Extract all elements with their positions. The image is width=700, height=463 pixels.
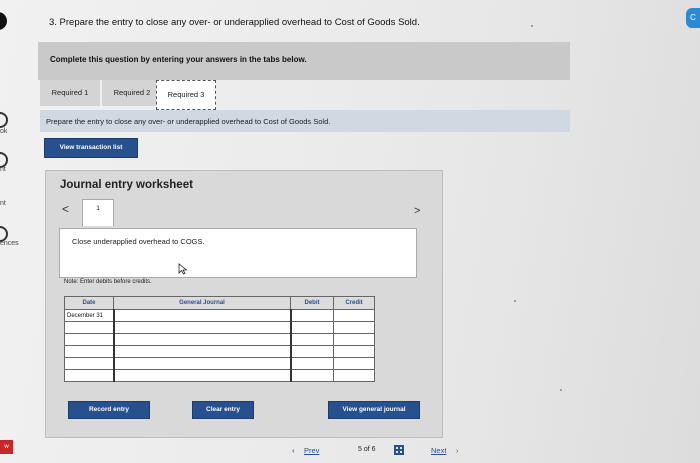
table-row xyxy=(64,357,375,370)
debits-note: Note: Enter debits before credits. xyxy=(64,279,152,285)
page-count: 5 of 6 xyxy=(358,446,376,453)
record-entry-button[interactable]: Record entry xyxy=(68,401,150,419)
credit-input[interactable] xyxy=(333,345,375,358)
sidebar-label-3[interactable]: nt xyxy=(0,200,6,207)
entry-tab-1[interactable]: 1 xyxy=(82,199,114,226)
entry-description-box: Close underapplied overhead to COGS. xyxy=(59,228,417,278)
credit-input[interactable] xyxy=(333,333,375,346)
instructions-banner: Complete this question by entering your … xyxy=(38,42,570,80)
credit-input[interactable] xyxy=(333,369,375,382)
next-chevron-icon[interactable]: › xyxy=(456,446,459,455)
table-row: December 31 xyxy=(64,309,375,322)
account-input[interactable] xyxy=(112,369,291,382)
sidebar-label-4[interactable]: ences xyxy=(0,240,19,247)
journal-entry-worksheet: Journal entry worksheet < 1 > Close unde… xyxy=(45,170,443,438)
instruction-bar: Prepare the entry to close any over- or … xyxy=(40,110,570,132)
date-cell[interactable] xyxy=(64,321,114,334)
clear-entry-button[interactable]: Clear entry xyxy=(192,401,254,419)
journal-table: Date General Journal Debit Credit Decemb… xyxy=(64,296,375,382)
column-header-credit: Credit xyxy=(333,296,375,310)
column-header-general-journal: General Journal xyxy=(113,296,291,310)
date-cell[interactable] xyxy=(64,345,114,358)
account-input[interactable] xyxy=(112,357,291,370)
question-text: 3. Prepare the entry to close any over- … xyxy=(49,17,420,28)
credit-input[interactable] xyxy=(333,357,375,370)
account-input[interactable] xyxy=(112,321,291,334)
date-cell[interactable] xyxy=(64,333,114,346)
prev-page-link[interactable]: Prev xyxy=(304,446,319,455)
account-input[interactable] xyxy=(112,333,291,346)
date-cell[interactable]: December 31 xyxy=(64,309,114,322)
entry-description: Close underapplied overhead to COGS. xyxy=(72,237,205,246)
account-input[interactable] xyxy=(112,345,291,358)
debit-input[interactable] xyxy=(289,369,334,382)
column-header-debit: Debit xyxy=(290,296,334,310)
debit-input[interactable] xyxy=(289,309,334,322)
table-row xyxy=(64,321,375,334)
grid-icon[interactable] xyxy=(394,445,404,455)
table-row xyxy=(64,333,375,346)
sidebar-label-1[interactable]: ok xyxy=(0,128,7,135)
top-right-tab[interactable]: C xyxy=(686,8,700,28)
tab-required-2[interactable]: Required 2 xyxy=(102,80,162,106)
left-sidebar: ok nt nt ences w xyxy=(0,0,22,463)
banner-text: Complete this question by entering your … xyxy=(50,55,307,64)
screen-speck xyxy=(514,300,516,302)
app-logo-icon: w xyxy=(0,440,13,454)
sidebar-bracket-icon xyxy=(0,112,8,128)
mouse-cursor-icon xyxy=(178,263,188,275)
screen-speck xyxy=(560,389,562,391)
screen-speck xyxy=(531,25,533,27)
debit-input[interactable] xyxy=(289,357,334,370)
date-cell[interactable] xyxy=(64,369,114,382)
instruction-text: Prepare the entry to close any over- or … xyxy=(46,117,331,126)
tab-required-3[interactable]: Required 3 xyxy=(156,80,216,110)
debit-input[interactable] xyxy=(289,345,334,358)
table-row xyxy=(64,369,375,382)
credit-input[interactable] xyxy=(333,309,375,322)
prev-chevron-icon[interactable]: ‹ xyxy=(292,446,295,455)
tab-required-1[interactable]: Required 1 xyxy=(40,80,100,106)
next-page-link[interactable]: Next xyxy=(431,446,446,455)
credit-input[interactable] xyxy=(333,321,375,334)
prev-entry-icon[interactable]: < xyxy=(62,202,69,216)
column-header-date: Date xyxy=(64,296,114,310)
date-cell[interactable] xyxy=(64,357,114,370)
view-transaction-list-button[interactable]: View transaction list xyxy=(44,138,138,158)
account-input[interactable] xyxy=(112,309,291,322)
next-entry-icon[interactable]: > xyxy=(414,205,420,217)
debit-input[interactable] xyxy=(289,333,334,346)
debit-input[interactable] xyxy=(289,321,334,334)
view-general-journal-button[interactable]: View general journal xyxy=(328,401,420,419)
table-row xyxy=(64,345,375,358)
sidebar-label-2[interactable]: nt xyxy=(0,166,6,173)
worksheet-title: Journal entry worksheet xyxy=(60,179,193,191)
